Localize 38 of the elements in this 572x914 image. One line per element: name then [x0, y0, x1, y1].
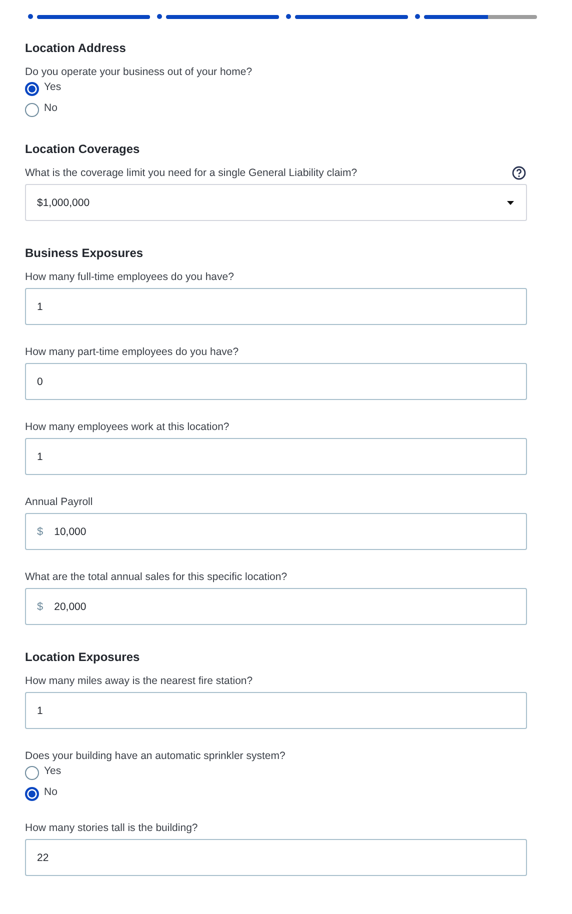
- input-field[interactable]: 0: [25, 363, 527, 400]
- question-label: Annual Payroll: [25, 495, 93, 509]
- question-label: How many part-time employees do you have?: [25, 345, 239, 359]
- step-dot: [28, 14, 33, 19]
- section-heading: Location Coverages: [25, 141, 141, 157]
- input-field[interactable]: 1: [25, 438, 527, 475]
- radio-button[interactable]: [25, 103, 39, 117]
- question-label: How many stories tall is the building?: [25, 821, 198, 835]
- input-field[interactable]: 1: [25, 288, 527, 325]
- radio-button[interactable]: [25, 82, 39, 96]
- radio-button[interactable]: [25, 787, 39, 801]
- question-label: Does your building have an automatic sprinkler system?: [25, 749, 286, 763]
- question-label: Do you operate your business out of your home?: [25, 65, 254, 79]
- step-dot: [157, 14, 162, 19]
- option-label: Yes: [44, 80, 62, 94]
- option-label: Yes: [44, 764, 62, 778]
- input-field[interactable]: 1: [25, 692, 527, 729]
- input-field[interactable]: 22: [25, 839, 527, 876]
- section-heading: Location Exposures: [25, 649, 141, 665]
- help-icon[interactable]: [512, 166, 526, 180]
- question-label: What are the total annual sales for this specific location?: [25, 570, 288, 584]
- caret-icon: [507, 200, 514, 204]
- input-field[interactable]: $ 20,000: [25, 588, 527, 625]
- question-label: What is the coverage limit you need for a single General Liability claim?: [25, 166, 358, 180]
- question-label: How many employees work at this location?: [25, 420, 230, 434]
- input-field[interactable]: $ 10,000: [25, 513, 527, 550]
- currency-symbol: $: [37, 526, 44, 538]
- section-heading: Location Address: [25, 40, 127, 56]
- step-dot: [286, 14, 291, 19]
- step-dot: [415, 14, 420, 19]
- section-heading: Business Exposures: [25, 245, 144, 261]
- limit-dropdown[interactable]: $1,000,000: [25, 184, 527, 221]
- radio-button[interactable]: [25, 766, 39, 780]
- currency-symbol: $: [37, 600, 44, 612]
- question-label: How many miles away is the nearest fire station?: [25, 674, 253, 688]
- option-label: No: [44, 100, 58, 114]
- option-label: No: [44, 784, 58, 798]
- question-label: How many full-time employees do you have?: [25, 270, 234, 284]
